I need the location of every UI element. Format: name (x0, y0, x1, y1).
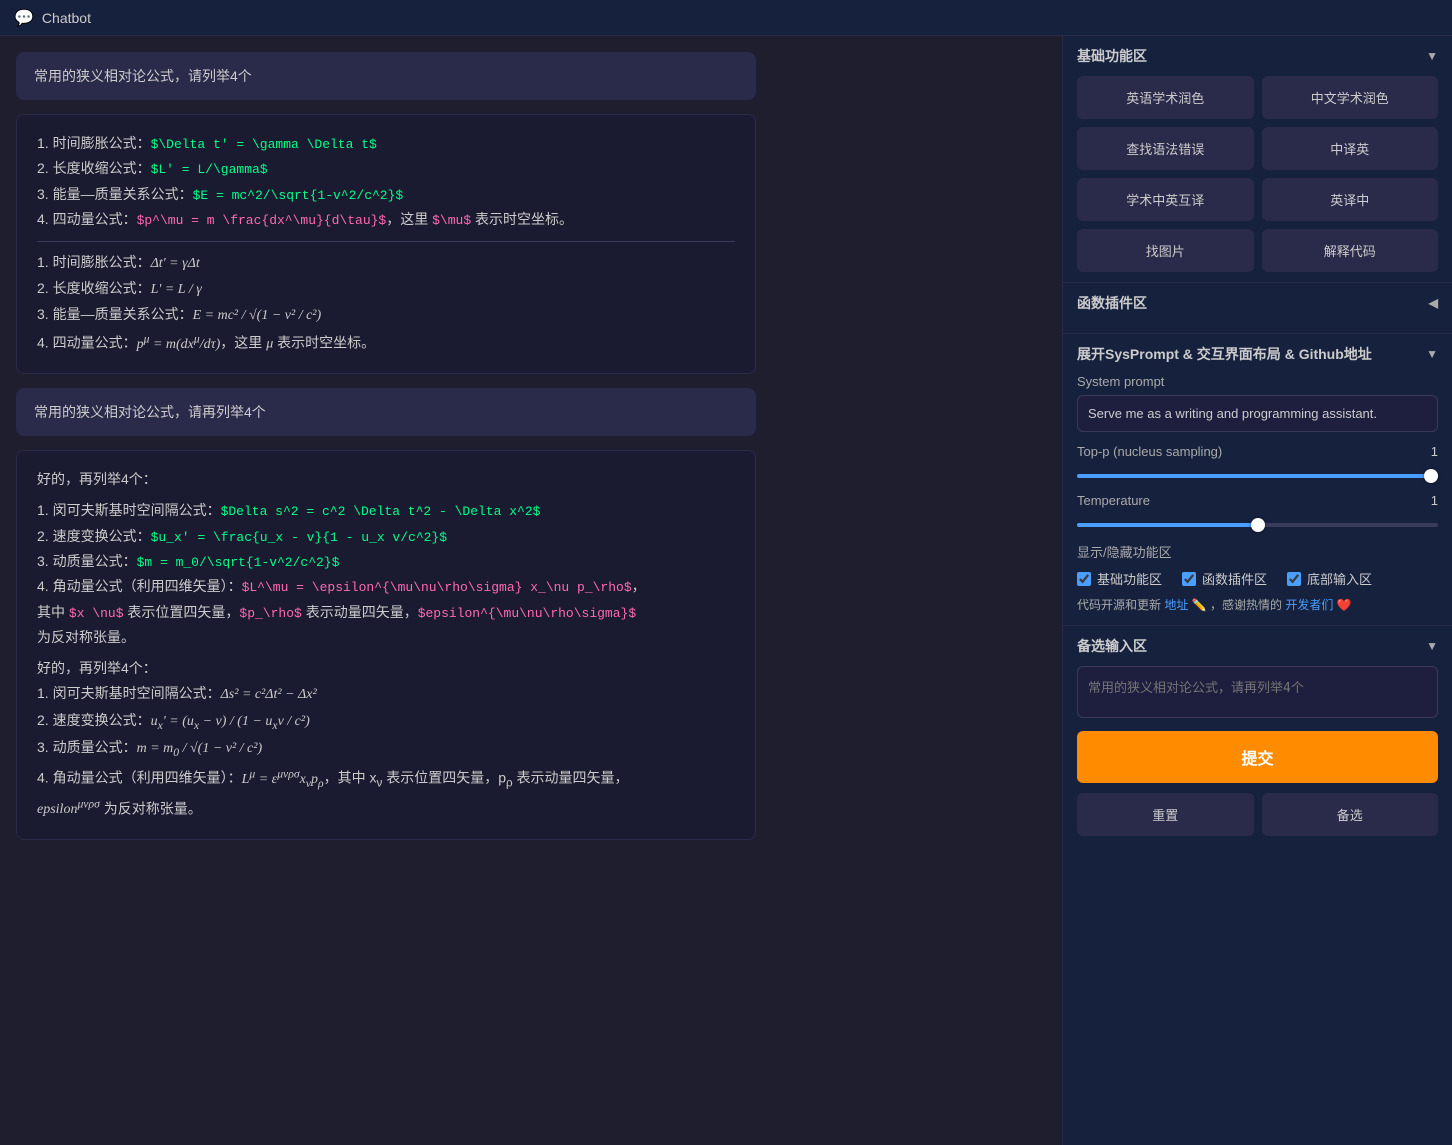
btn-zh-to-en[interactable]: 中译英 (1262, 127, 1439, 170)
temperature-label: Temperature (1077, 493, 1150, 508)
visibility-label: 显示/隐藏功能区 (1077, 542, 1438, 561)
chatbot-icon: 💬 (14, 8, 34, 28)
basic-functions-section: 基础功能区 ▼ 英语学术润色 中文学术润色 查找语法错误 中译英 学术中英互译 … (1063, 36, 1452, 283)
contributors-link[interactable]: 开发者们 (1285, 598, 1333, 612)
checkbox-plugin-area-input[interactable] (1182, 572, 1196, 586)
extra-button[interactable]: 备选 (1262, 793, 1439, 836)
temperature-slider-container (1077, 514, 1438, 530)
alt-input-textarea[interactable] (1077, 666, 1438, 718)
checkbox-basic-functions-input[interactable] (1077, 572, 1091, 586)
alt-input-title: 备选输入区 (1077, 636, 1147, 656)
chat-area: 常用的狭义相对论公式，请列举4个 1. 时间膨胀公式：$\Delta t' = … (0, 36, 1062, 1145)
top-p-value: 1 (1414, 444, 1438, 459)
btn-find-image[interactable]: 找图片 (1077, 229, 1254, 272)
basic-functions-header[interactable]: 基础功能区 ▼ (1077, 46, 1438, 66)
open-source-link[interactable]: 地址 (1164, 598, 1188, 612)
sysprompt-header[interactable]: 展开SysPrompt & 交互界面布局 & Github地址 ▼ (1077, 344, 1438, 364)
basic-functions-arrow: ▼ (1426, 49, 1438, 63)
btn-chinese-polish[interactable]: 中文学术润色 (1262, 76, 1439, 119)
reset-button[interactable]: 重置 (1077, 793, 1254, 836)
assistant-message-2: 好的，再列举4个： 1. 闵可夫斯基时空间隔公式：$Delta s^2 = c^… (16, 450, 756, 840)
btn-grammar-check[interactable]: 查找语法错误 (1077, 127, 1254, 170)
right-panel: 基础功能区 ▼ 英语学术润色 中文学术润色 查找语法错误 中译英 学术中英互译 … (1062, 36, 1452, 1145)
open-source-text: 代码开源和更新 (1077, 598, 1161, 612)
system-prompt-value: Serve me as a writing and programming as… (1077, 395, 1438, 432)
temperature-slider[interactable] (1077, 523, 1438, 527)
checkbox-bottom-input: 底部输入区 (1287, 569, 1372, 588)
top-p-slider-container (1077, 465, 1438, 481)
user-message-2: 常用的狭义相对论公式，请再列举4个 (16, 388, 756, 436)
checkbox-basic-functions: 基础功能区 (1077, 569, 1162, 588)
alt-input-section: 备选输入区 ▼ 提交 重置 备选 (1063, 626, 1452, 846)
sysprompt-title: 展开SysPrompt & 交互界面布局 & Github地址 (1077, 344, 1372, 364)
checkbox-bottom-input-input[interactable] (1287, 572, 1301, 586)
open-source-row: 代码开源和更新 地址 ✏️ ，感谢热情的 开发者们 ❤️ (1077, 596, 1438, 615)
user-message-1: 常用的狭义相对论公式，请列举4个 (16, 52, 756, 100)
plugin-arrow: ◀ (1429, 296, 1438, 310)
btn-english-polish[interactable]: 英语学术润色 (1077, 76, 1254, 119)
alt-input-header[interactable]: 备选输入区 ▼ (1077, 636, 1438, 656)
app-title: Chatbot (42, 10, 91, 26)
plugin-header[interactable]: 函数插件区 ◀ (1077, 293, 1438, 313)
plugin-title: 函数插件区 (1077, 293, 1147, 313)
btn-academic-translate[interactable]: 学术中英互译 (1077, 178, 1254, 221)
btn-explain-code[interactable]: 解释代码 (1262, 229, 1439, 272)
top-p-label: Top-p (nucleus sampling) (1077, 444, 1222, 459)
sysprompt-arrow: ▼ (1426, 347, 1438, 361)
plugin-section: 函数插件区 ◀ (1063, 283, 1452, 334)
bottom-buttons: 重置 备选 (1077, 793, 1438, 836)
assistant-message-1: 1. 时间膨胀公式：$\Delta t' = \gamma \Delta t$ … (16, 114, 756, 374)
system-prompt-label: System prompt (1077, 374, 1438, 389)
checkbox-plugin-area: 函数插件区 (1182, 569, 1267, 588)
temperature-value: 1 (1414, 493, 1438, 508)
basic-functions-grid: 英语学术润色 中文学术润色 查找语法错误 中译英 学术中英互译 英译中 找图片 … (1077, 76, 1438, 272)
thanks-text: ，感谢热情的 (1210, 598, 1282, 612)
top-p-slider[interactable] (1077, 474, 1438, 478)
basic-functions-title: 基础功能区 (1077, 46, 1147, 66)
heart-icon: ❤️ (1337, 598, 1352, 612)
sysprompt-section: 展开SysPrompt & 交互界面布局 & Github地址 ▼ System… (1063, 334, 1452, 626)
visibility-section: 显示/隐藏功能区 基础功能区 函数插件区 底部输入区 (1077, 542, 1438, 588)
btn-en-to-zh[interactable]: 英译中 (1262, 178, 1439, 221)
alt-input-arrow: ▼ (1426, 639, 1438, 653)
submit-button[interactable]: 提交 (1077, 731, 1438, 783)
checkbox-row: 基础功能区 函数插件区 底部输入区 (1077, 569, 1438, 588)
